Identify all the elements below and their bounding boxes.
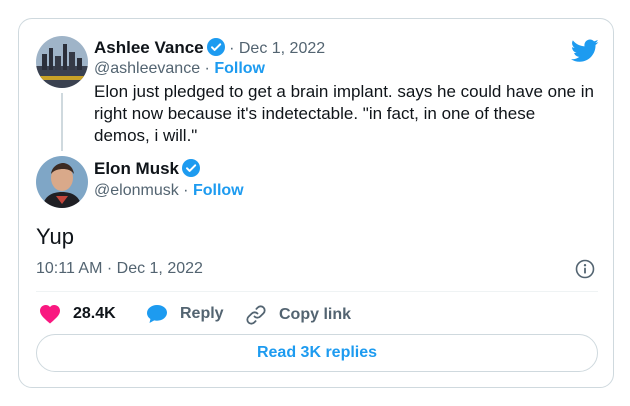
avatar-ashlee-vance[interactable]: [36, 36, 88, 88]
reply-follow-sep: ·: [183, 182, 189, 199]
tweet-timestamp[interactable]: 10:11 AM · Dec 1, 2022: [36, 260, 203, 278]
copy-link-label: Copy link: [279, 306, 352, 323]
reply-handle[interactable]: @elonmusk: [94, 182, 179, 199]
reply-bubble-icon: [147, 305, 167, 323]
thread-connector: [61, 93, 63, 151]
quoted-header: Ashlee Vance · Dec 1, 2022: [94, 38, 325, 58]
follow-ashlee-button[interactable]: Follow: [214, 60, 265, 77]
reply-header: Elon Musk: [94, 159, 201, 179]
copy-link-action[interactable]: Copy link: [245, 304, 351, 326]
reply-tweet-text: Yup: [36, 224, 74, 249]
quoted-handle-row: @ashleevance · Follow: [94, 60, 265, 78]
like-action[interactable]: 28.4K: [39, 304, 116, 324]
heart-icon: [40, 305, 60, 324]
link-icon: [246, 305, 266, 325]
avatar-elon-musk[interactable]: [36, 156, 88, 208]
divider: [36, 291, 598, 292]
quoted-sep: ·: [229, 40, 235, 57]
verified-badge-icon: [206, 38, 225, 56]
reply-author-name[interactable]: Elon Musk: [94, 159, 179, 178]
quoted-date[interactable]: Dec 1, 2022: [239, 40, 325, 57]
twitter-bird-icon[interactable]: [570, 39, 599, 68]
verified-badge-icon: [182, 159, 201, 177]
tweet-card: Ashlee Vance · Dec 1, 2022 @ashleevance …: [18, 18, 614, 388]
follow-elon-button[interactable]: Follow: [193, 182, 244, 199]
reply-action[interactable]: Reply: [146, 304, 224, 324]
reply-label: Reply: [180, 305, 224, 322]
info-icon[interactable]: [575, 259, 595, 284]
quoted-handle[interactable]: @ashleevance: [94, 60, 200, 77]
quoted-follow-sep: ·: [204, 60, 210, 77]
like-count: 28.4K: [73, 305, 116, 322]
quoted-author-name[interactable]: Ashlee Vance: [94, 38, 204, 57]
read-replies-button[interactable]: Read 3K replies: [36, 334, 598, 372]
reply-handle-row: @elonmusk · Follow: [94, 182, 244, 200]
quoted-tweet-text: Elon just pledged to get a brain implant…: [94, 82, 594, 145]
